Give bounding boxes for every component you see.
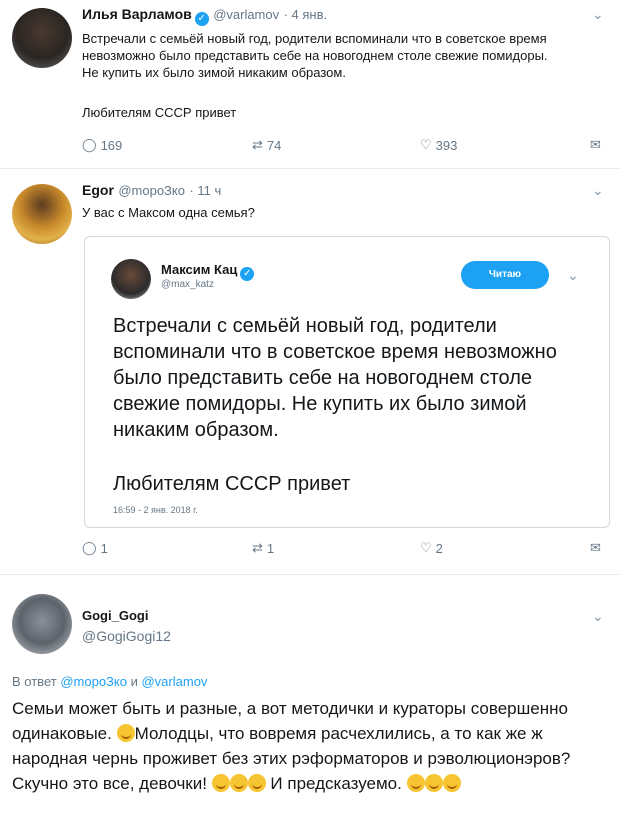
reply-and: и (130, 674, 138, 689)
message-icon: ✉ (590, 540, 601, 555)
chevron-down-icon[interactable]: ⌄ (567, 267, 579, 284)
author-handle[interactable]: @GogiGogi12 (82, 628, 171, 644)
chevron-down-icon[interactable]: ⌄ (592, 182, 604, 199)
avatar-max-katz[interactable] (111, 259, 151, 299)
retweet-button[interactable]: ⇄ 74 (252, 137, 281, 153)
reply-button[interactable]: ◯ 169 (82, 137, 122, 153)
chevron-down-icon[interactable]: ⌄ (592, 6, 604, 23)
rofl-emoji-icon (442, 774, 461, 792)
message-button[interactable]: ✉ (590, 137, 601, 153)
divider (0, 574, 620, 575)
tweet-text-2: Любителям СССР привет (82, 105, 237, 120)
rofl-emoji-icon (406, 774, 425, 792)
message-icon: ✉ (590, 137, 601, 152)
tweet-text: У вас с Максом одна семья? (82, 205, 255, 220)
tweet-date[interactable]: · 4 янв. (284, 7, 328, 22)
like-icon: ♡ (420, 137, 432, 152)
tweet-text: Семьи может быть и разные, а вот методич… (12, 696, 572, 796)
author-name[interactable]: Илья Варламов (82, 6, 192, 22)
reply-context: В ответ @moроЗко и @varlamov (12, 674, 207, 689)
like-count: 393 (435, 137, 458, 153)
rofl-emoji-icon (211, 774, 230, 792)
retweet-button[interactable]: ⇄ 1 (252, 540, 274, 556)
reply-icon: ◯ (82, 540, 97, 555)
rofl-emoji-icon (229, 774, 248, 792)
divider (0, 168, 620, 169)
like-button[interactable]: ♡ 393 (420, 137, 457, 153)
quoted-author-name[interactable]: Максим Кац (161, 262, 237, 277)
chevron-down-icon[interactable]: ⌄ (592, 608, 604, 625)
retweet-count: 1 (266, 540, 275, 556)
reply-count: 1 (100, 540, 108, 556)
like-icon: ♡ (420, 540, 432, 555)
author-name[interactable]: Egor (82, 182, 114, 198)
verified-icon: ✓ (240, 267, 255, 281)
tweet-date[interactable]: · 11 ч (189, 183, 221, 198)
retweet-count: 74 (266, 137, 282, 153)
quoted-tweet-timestamp: 16:59 - 2 янв. 2018 г. (113, 505, 198, 515)
verified-icon: ✓ (194, 12, 209, 26)
author-name[interactable]: Gogi_Gogi (82, 608, 148, 623)
avatar-gogi[interactable] (12, 594, 72, 654)
rofl-emoji-icon (247, 774, 266, 792)
reply-prefix: В ответ (12, 674, 57, 689)
quoted-tweet[interactable]: Максим Кац ✓ @max_katz Читаю ⌄ Встречали … (84, 236, 610, 528)
avatar-egor[interactable] (12, 184, 72, 244)
avatar-varlamov[interactable] (12, 8, 72, 68)
message-button[interactable]: ✉ (590, 540, 601, 556)
quoted-author-handle[interactable]: @max_katz (161, 279, 214, 290)
reply-icon: ◯ (82, 137, 97, 152)
retweet-icon: ⇄ (252, 137, 263, 152)
rofl-emoji-icon (424, 774, 443, 792)
reply-mention-moroz[interactable]: @moроЗко (60, 674, 127, 689)
author-handle[interactable]: @varlamov (213, 7, 279, 22)
like-button[interactable]: ♡ 2 (420, 540, 443, 556)
follow-button[interactable]: Читаю (461, 261, 549, 289)
smiling-face-emoji-icon (116, 724, 135, 742)
quoted-tweet-text-2: Любителям СССР привет (113, 473, 351, 495)
reply-count: 169 (100, 137, 123, 153)
retweet-icon: ⇄ (252, 540, 263, 555)
like-count: 2 (435, 540, 443, 556)
reply-mention-varlamov[interactable]: @varlamov (141, 674, 207, 689)
author-handle[interactable]: @moроЗко (118, 183, 185, 198)
tweet-text-part-3: И предсказуемо. (270, 774, 402, 793)
tweet-text: Встречали с семьёй новый год, родители в… (82, 31, 548, 80)
quoted-tweet-text: Встречали с семьёй новый год, родители в… (113, 315, 557, 441)
reply-button[interactable]: ◯ 1 (82, 540, 108, 556)
